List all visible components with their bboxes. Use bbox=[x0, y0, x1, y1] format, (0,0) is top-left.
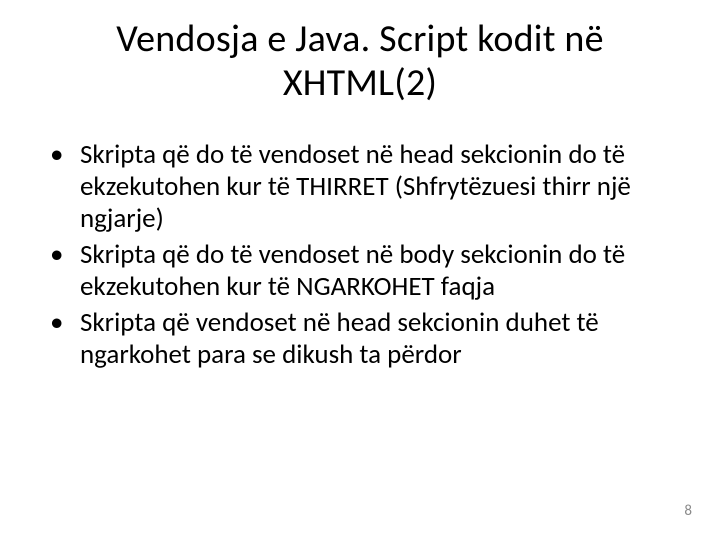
bullet-list: Skripta që do të vendoset në head sekcio… bbox=[46, 139, 674, 370]
bullet-text: Skripta që do të vendoset në body sekcio… bbox=[80, 238, 625, 303]
bullet-text: Skripta që vendoset në head sekcionin du… bbox=[80, 306, 599, 371]
title-line-1: Vendosja e Java. Script kodit në bbox=[116, 16, 603, 62]
title-line-2: XHTML(2) bbox=[283, 60, 437, 106]
bullet-text: Skripta që do të vendoset në head sekcio… bbox=[80, 138, 631, 235]
slide: Vendosja e Java. Script kodit në XHTML(2… bbox=[0, 0, 720, 540]
list-item: Skripta që do të vendoset në head sekcio… bbox=[46, 139, 674, 235]
list-item: Skripta që do të vendoset në body sekcio… bbox=[46, 239, 674, 303]
list-item: Skripta që vendoset në head sekcionin du… bbox=[46, 307, 674, 371]
slide-title: Vendosja e Java. Script kodit në XHTML(2… bbox=[46, 18, 674, 105]
page-number: 8 bbox=[684, 502, 692, 520]
